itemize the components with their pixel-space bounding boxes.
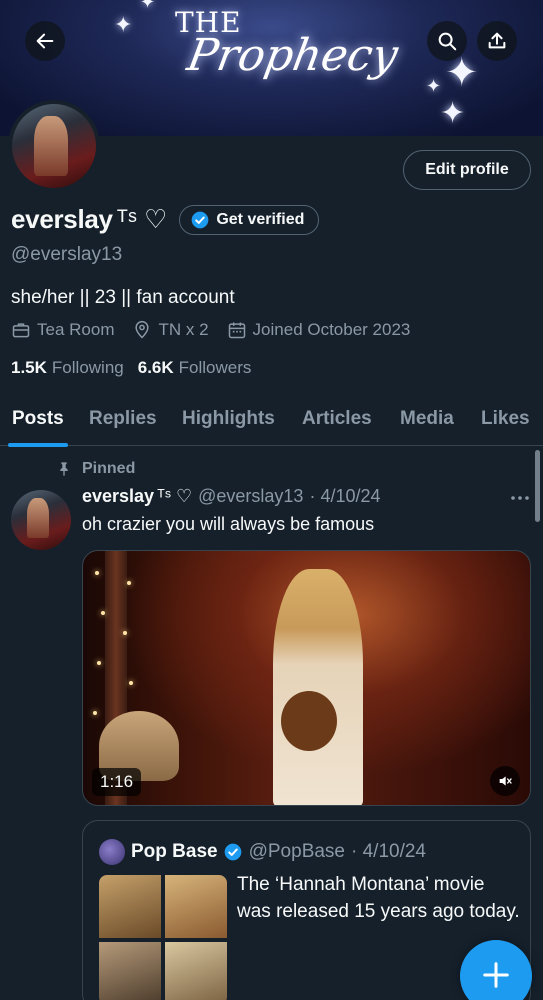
get-verified-label: Get verified [216, 210, 305, 228]
plus-icon [483, 962, 509, 988]
profile-avatar[interactable] [8, 100, 100, 192]
following-count[interactable]: 1.5K [11, 358, 47, 378]
post-date[interactable]: · 4/10/24 [309, 486, 380, 507]
follow-stats: 1.5K Following 6.6K Followers [11, 358, 265, 378]
verified-badge-icon [191, 211, 209, 228]
following-label[interactable]: Following [52, 358, 124, 378]
video-duration: 1:16 [92, 768, 142, 796]
profile-meta: Tea Room TN x 2 Joined October 2023 [11, 320, 428, 340]
post-author-suffix: ᵀˢ ♡ [157, 486, 193, 506]
meta-category-label: Tea Room [37, 320, 115, 339]
tab-likes[interactable]: Likes [481, 392, 530, 446]
tab-highlights[interactable]: Highlights [182, 392, 275, 446]
back-button[interactable] [25, 21, 65, 61]
calendar-icon [228, 322, 245, 339]
quote-image [99, 942, 161, 1000]
search-icon [438, 32, 457, 51]
tab-posts[interactable]: Posts [8, 392, 68, 447]
quote-author-name: Pop Base [131, 841, 218, 862]
muted-speaker-icon [499, 776, 512, 786]
get-verified-button[interactable]: Get verified [179, 204, 320, 235]
post-author-handle[interactable]: @everslay13 [198, 486, 303, 507]
verified-badge-icon [224, 843, 241, 861]
post-video[interactable] [82, 550, 531, 806]
profile-tabs: Posts Replies Highlights Articles Media … [0, 392, 543, 447]
post-text: oh crazier you will always be famous [82, 514, 375, 534]
pinned-label: Pinned [82, 460, 136, 477]
quote-header: Pop Base @PopBase · 4/10/24 [99, 839, 426, 865]
meta-joined: Joined October 2023 [227, 320, 411, 340]
quote-image [165, 875, 227, 938]
meta-joined-label: Joined October 2023 [252, 320, 411, 339]
search-button[interactable] [427, 21, 467, 61]
display-name: everslay [11, 204, 113, 234]
quote-image [165, 942, 227, 1000]
more-options-icon[interactable] [508, 488, 532, 508]
tab-articles[interactable]: Articles [302, 392, 372, 446]
share-icon [488, 32, 506, 49]
meta-category: Tea Room [11, 320, 114, 340]
quote-image-grid [99, 875, 227, 1000]
edit-profile-button[interactable]: Edit profile [403, 150, 531, 190]
share-button[interactable] [477, 21, 517, 61]
meta-location-label: TN x 2 [158, 320, 209, 339]
name-row: everslay ᵀˢ ♡ Get verified [11, 204, 320, 235]
post-author-avatar[interactable] [11, 490, 71, 550]
meta-location: TN x 2 [132, 320, 209, 340]
tab-replies[interactable]: Replies [89, 392, 157, 446]
quote-image [99, 875, 161, 938]
arrow-left-icon [36, 33, 54, 49]
quote-author-handle: @PopBase [248, 841, 345, 862]
display-name-suffix: ᵀˢ ♡ [116, 204, 168, 234]
banner-title-script: Prophecy [183, 30, 402, 81]
quote-date: · 4/10/24 [351, 841, 426, 862]
pinned-indicator: Pinned [56, 460, 135, 478]
quote-text: The ‘Hannah Montana’ movie was released … [237, 874, 520, 922]
quote-author-avatar [99, 839, 125, 865]
briefcase-icon [12, 323, 30, 338]
profile-handle: @everslay13 [11, 244, 123, 265]
scrollbar[interactable] [535, 450, 540, 522]
tab-media[interactable]: Media [400, 392, 454, 446]
profile-bio: she/her || 23 || fan account [11, 287, 235, 308]
location-pin-icon [135, 320, 150, 339]
post-header: everslay ᵀˢ ♡ @everslay13 · 4/10/24 [82, 486, 381, 507]
followers-label[interactable]: Followers [179, 358, 252, 378]
mute-button[interactable] [490, 766, 520, 796]
post-author-name[interactable]: everslay [82, 486, 154, 507]
pin-icon [60, 462, 68, 476]
followers-count[interactable]: 6.6K [138, 358, 174, 378]
